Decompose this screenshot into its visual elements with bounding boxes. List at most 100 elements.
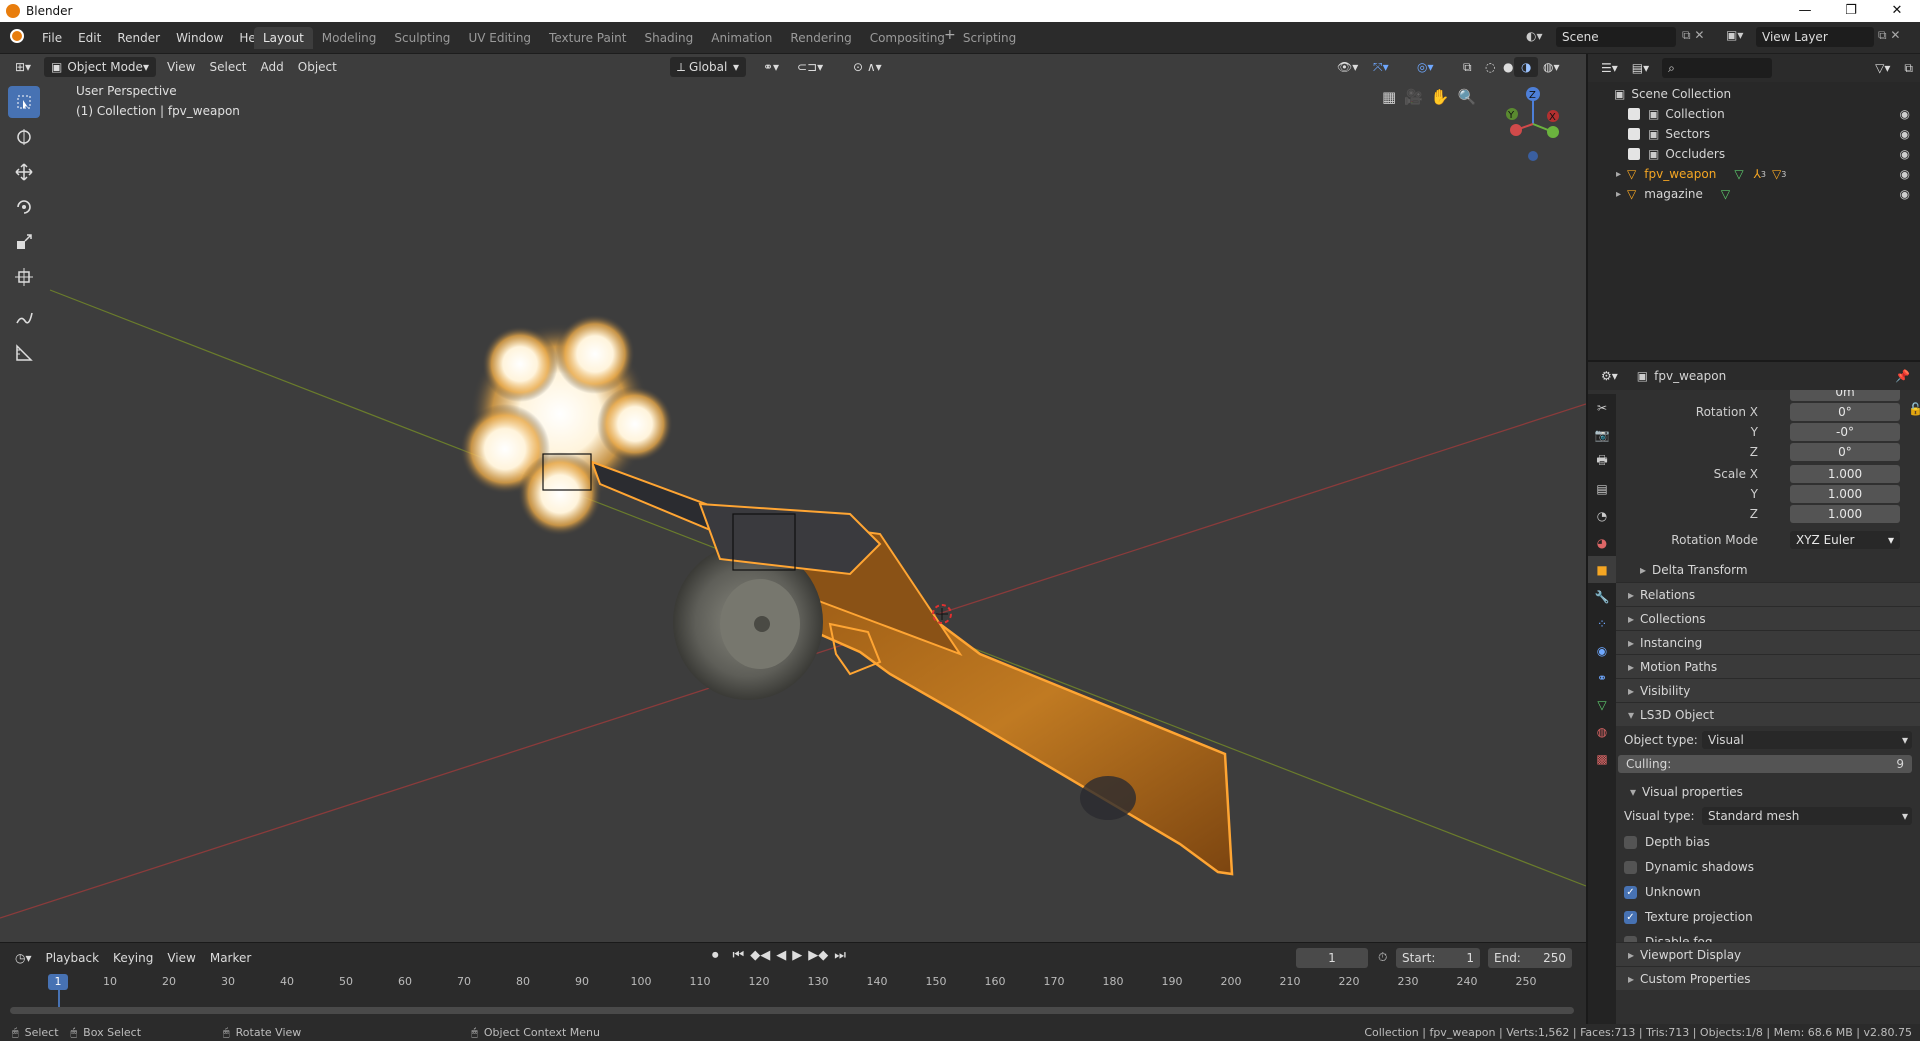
viewport-menu-view[interactable]: View <box>160 57 202 77</box>
display-mode-icon[interactable]: ▤▾ <box>1625 58 1656 78</box>
play-reverse-icon[interactable]: ◀ <box>776 948 786 963</box>
outliner-item-occluders[interactable]: ▣ Occluders ◉ <box>1588 144 1920 164</box>
constraints-tab-icon[interactable]: ⚭ <box>1588 664 1616 691</box>
object-type-dropdown[interactable]: Visual ▾ <box>1702 731 1912 749</box>
current-frame-field[interactable]: 1 <box>1296 948 1368 968</box>
view-layer-field[interactable]: View Layer <box>1756 27 1874 47</box>
scene-field[interactable]: Scene <box>1556 27 1676 47</box>
jump-end-icon[interactable]: ⏭ <box>834 948 846 963</box>
fpv-weapon-mesh[interactable] <box>542 453 1234 876</box>
exclude-checkbox[interactable] <box>1628 108 1640 120</box>
record-icon[interactable]: ⏺ <box>712 948 719 963</box>
object-tab-icon[interactable]: ■ <box>1588 556 1616 583</box>
properties-editor[interactable]: ⚙▾ ▣ fpv_weapon 📌 ✂ 📷 🖶 ▤ ◔ ◕ ■ 🔧 ⁘ ◉ ⚭ … <box>1586 360 1920 1026</box>
checkbox-box[interactable] <box>1624 836 1637 849</box>
rendered-shading-icon[interactable]: ◍▾ <box>1536 57 1567 77</box>
delta-transform-subpanel[interactable]: ▸ Delta Transform <box>1616 560 1920 580</box>
panel-header-collections[interactable]: ▸ Collections <box>1616 606 1920 630</box>
visibility-eye-icon[interactable]: ◉ <box>1900 147 1910 161</box>
tab-sculpting[interactable]: Sculpting <box>385 27 459 49</box>
xray-icon[interactable]: ⧉ <box>1456 57 1479 77</box>
rotation-x-field[interactable]: 0° <box>1790 403 1900 421</box>
tab-rendering[interactable]: Rendering <box>781 27 860 49</box>
orientation-dropdown[interactable]: ⟂ Global ▾ <box>670 57 746 77</box>
prev-keyframe-icon[interactable]: ◆◀ <box>750 948 770 963</box>
panel-header-motion-paths[interactable]: ▸ Motion Paths <box>1616 654 1920 678</box>
visual-type-dropdown[interactable]: Standard mesh ▾ <box>1702 807 1912 825</box>
3d-cursor[interactable] <box>932 604 952 624</box>
particles-tab-icon[interactable]: ⁘ <box>1588 610 1616 637</box>
proportional-edit-icon[interactable]: ⊙ ∧▾ <box>846 57 889 77</box>
timeline-ruler[interactable]: 1 10 20 30 40 50 60 70 80 90 100 110 120 130 140 150 160… <box>0 971 1586 1008</box>
tool-tab-icon[interactable]: ✂ <box>1588 394 1616 421</box>
tab-shading[interactable]: Shading <box>635 27 702 49</box>
snap-icon[interactable]: ⊂⊐▾ <box>790 57 830 77</box>
visibility-eye-icon[interactable]: ◉ <box>1900 107 1910 121</box>
new-scene-icon[interactable]: ⧉ ✕ <box>1682 28 1704 43</box>
camera-view-icon[interactable]: 🎥 <box>1404 88 1423 106</box>
gizmo-toggle-icon[interactable]: ⤧▾ <box>1366 57 1396 77</box>
modifier-tab-icon[interactable]: 🔧 <box>1588 583 1616 610</box>
menu-file[interactable]: File <box>34 26 70 50</box>
expand-arrow-icon[interactable]: ▸ <box>1616 189 1621 200</box>
physics-tab-icon[interactable]: ◉ <box>1588 637 1616 664</box>
viewport-menu-object[interactable]: Object <box>291 57 344 77</box>
outliner-search-input[interactable]: ⌕ <box>1662 58 1773 78</box>
pan-view-icon[interactable]: ✋ <box>1431 88 1450 106</box>
timeline-menu-playback[interactable]: Playback <box>39 948 107 968</box>
scene-collection-row[interactable]: ▣ Scene Collection <box>1588 84 1920 104</box>
checkbox-texture-projection[interactable]: ✓ Texture projection <box>1624 907 1914 932</box>
panel-header-relations[interactable]: ▸ Relations <box>1616 582 1920 606</box>
custom-properties-panel-header[interactable]: ▸ Custom Properties <box>1616 966 1920 990</box>
editor-type-icon[interactable]: ⊞▾ <box>8 57 38 77</box>
render-tab-icon[interactable]: 📷 <box>1588 421 1616 448</box>
play-icon[interactable]: ▶ <box>792 948 802 963</box>
overlay-toggle-icon[interactable]: ◎▾ <box>1410 57 1441 77</box>
tab-scripting[interactable]: Scripting <box>954 27 1025 49</box>
checkbox-unknown[interactable]: ✓ Unknown <box>1624 882 1914 907</box>
outliner-editor-icon[interactable]: ☰▾ <box>1594 58 1625 78</box>
maximize-button[interactable]: ❐ <box>1828 0 1874 22</box>
visual-properties-subpanel[interactable]: ▾ Visual properties <box>1616 782 1920 802</box>
pivot-icon[interactable]: ⚭▾ <box>756 57 786 77</box>
expand-arrow-icon[interactable]: ▸ <box>1616 169 1621 180</box>
timeline[interactable]: ◷▾ Playback Keying View Marker ⏺ ⏮ ◆◀ ◀ ▶ ▶… <box>0 942 1586 1024</box>
outliner-item-magazine[interactable]: ▸ ▽ magazine ▽ ◉ <box>1588 184 1920 204</box>
annotate-tool-icon[interactable] <box>8 302 40 334</box>
transform-tool-icon[interactable] <box>8 261 40 293</box>
menu-render[interactable]: Render <box>109 26 168 50</box>
end-frame-field[interactable]: End: 250 <box>1488 948 1572 968</box>
outliner-item-fpv-weapon[interactable]: ▸ ▽ fpv_weapon ▽ ⅄ 3 ▽ 3 ◉ <box>1588 164 1920 184</box>
add-workspace-button[interactable]: + <box>944 27 956 43</box>
checkbox-dynamic-shadows[interactable]: Dynamic shadows <box>1624 857 1914 882</box>
tab-uv-editing[interactable]: UV Editing <box>459 27 540 49</box>
checkbox-box[interactable] <box>1624 861 1637 874</box>
cursor-tool-icon[interactable] <box>8 121 40 153</box>
filter-icon[interactable]: ▽▾ <box>1868 58 1897 78</box>
checkbox-box[interactable]: ✓ <box>1624 911 1637 924</box>
viewport-menu-add[interactable]: Add <box>254 57 291 77</box>
material-tab-icon[interactable]: ◍ <box>1588 718 1616 745</box>
scale-tool-icon[interactable] <box>8 226 40 258</box>
timeline-menu-keying[interactable]: Keying <box>106 948 160 968</box>
rotate-tool-icon[interactable] <box>8 191 40 223</box>
pin-icon[interactable]: 📌 <box>1895 369 1910 383</box>
tab-animation[interactable]: Animation <box>702 27 781 49</box>
zoom-view-icon[interactable]: 🔍 <box>1458 88 1477 106</box>
scale-y-field[interactable]: 1.000 <box>1790 485 1900 503</box>
new-view-layer-icon[interactable]: ⧉ ✕ <box>1878 28 1900 43</box>
rotation-mode-dropdown[interactable]: XYZ Euler ▾ <box>1790 531 1900 549</box>
lock-icon[interactable]: 🔓 <box>1908 402 1920 416</box>
timeline-menu-view[interactable]: View <box>160 948 202 968</box>
stopwatch-icon[interactable]: ⏱ <box>1378 950 1387 965</box>
outliner-item-sectors[interactable]: ▣ Sectors ◉ <box>1588 124 1920 144</box>
viewport-display-panel-header[interactable]: ▸ Viewport Display <box>1616 942 1920 966</box>
close-button[interactable]: ✕ <box>1874 0 1920 22</box>
panel-header-instancing[interactable]: ▸ Instancing <box>1616 630 1920 654</box>
blender-menu-icon[interactable] <box>10 29 24 43</box>
exclude-checkbox[interactable] <box>1628 148 1640 160</box>
output-tab-icon[interactable]: 🖶 <box>1588 448 1616 475</box>
view-layer-tab-icon[interactable]: ▤ <box>1588 475 1616 502</box>
timeline-editor-icon[interactable]: ◷▾ <box>8 948 39 968</box>
viewport-menu-select[interactable]: Select <box>202 57 253 77</box>
